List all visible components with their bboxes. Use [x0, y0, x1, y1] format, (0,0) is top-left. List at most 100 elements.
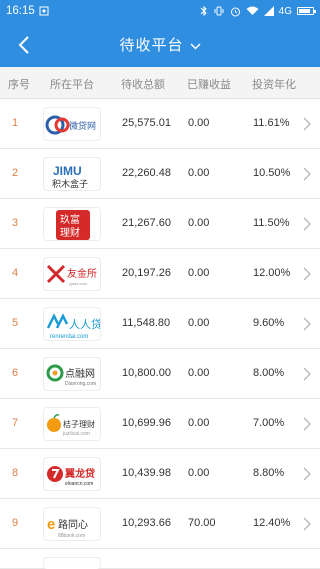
- table-row[interactable]: [0, 549, 320, 569]
- row-index: 6: [12, 367, 19, 379]
- row-index: 4: [12, 267, 19, 279]
- platform-logo-text: 友金所: [67, 267, 97, 280]
- platform-logo-text: 点融网: [65, 368, 95, 380]
- table-row[interactable]: 8 翼龙贷 eloancn.com 10,439.98 0.00 8.80%: [0, 449, 320, 499]
- platform-logo-subtext: Dianrong.com: [65, 381, 96, 387]
- chevron-right-icon: [302, 266, 312, 282]
- column-header-earned: 已赚收益: [187, 78, 231, 91]
- chevron-right-icon: [302, 166, 312, 182]
- platform-logo: e 路同心 88bank.com: [43, 507, 101, 541]
- platform-logo: 桔子理财 juzilicai.com: [43, 407, 101, 441]
- table-row[interactable]: 2 JIMU 积木盒子 22,260.48 0.00 10.50%: [0, 149, 320, 199]
- row-index: 3: [12, 217, 19, 229]
- chevron-right-icon: [302, 116, 312, 132]
- column-header-platform: 所在平台: [50, 78, 94, 91]
- row-index: 1: [12, 117, 19, 129]
- annual-rate: 10.50%: [253, 167, 291, 179]
- vibrate-icon: [213, 5, 225, 17]
- platform-logo: [43, 557, 101, 569]
- earned-amount: 70.00: [188, 517, 216, 529]
- pending-amount: 10,699.96: [122, 417, 171, 429]
- platform-logo-prefix: e: [47, 516, 55, 533]
- platform-logo: JIMU 积木盒子: [43, 157, 101, 191]
- table-row[interactable]: 1 微贷网 25,575.01 0.00 11.61%: [0, 99, 320, 149]
- bluetooth-icon: [200, 5, 208, 17]
- page-title: 待收平台: [119, 36, 184, 54]
- status-bar: 16:15 4G: [0, 0, 320, 22]
- status-time: 16:15: [6, 5, 35, 17]
- platform-logo-subtext: yyfax.com: [69, 281, 88, 286]
- pending-amount: 10,293.66: [122, 517, 171, 529]
- chevron-right-icon: [302, 516, 312, 532]
- earned-amount: 0.00: [188, 117, 210, 129]
- platform-logo: 微贷网: [43, 107, 101, 141]
- platform-logo-subtext: eloancn.com: [65, 481, 93, 487]
- annual-rate: 11.61%: [253, 117, 290, 129]
- platform-logo-subtext: juzilicai.com: [62, 431, 90, 437]
- alarm-icon: [230, 5, 241, 17]
- row-index: 5: [12, 317, 19, 329]
- column-header-annual-rate: 投资年化: [252, 78, 296, 91]
- pending-amount: 25,575.01: [122, 117, 171, 129]
- row-index: 7: [12, 417, 19, 429]
- platform-logo-text: 路同心: [58, 518, 88, 531]
- table-row[interactable]: 3 玖富 理财 21,267.60 0.00 11.50%: [0, 199, 320, 249]
- column-header-pending-total: 待收总额: [121, 78, 165, 91]
- chevron-right-icon: [302, 466, 312, 482]
- platform-logo-text: 桔子理财: [63, 419, 95, 429]
- pending-amount: 10,439.98: [122, 467, 171, 479]
- platform-list: 1 微贷网 25,575.01 0.00 11.61% 2 JIMU 积木盒子 …: [0, 99, 320, 569]
- notification-icon: [39, 6, 49, 16]
- annual-rate: 8.80%: [253, 467, 285, 479]
- earned-amount: 0.00: [188, 417, 210, 429]
- earned-amount: 0.00: [188, 167, 210, 179]
- network-type: 4G: [278, 5, 292, 17]
- column-header-index: 序号: [8, 78, 30, 91]
- earned-amount: 0.00: [188, 467, 210, 479]
- platform-logo-subtext: 理财: [60, 226, 80, 239]
- table-row[interactable]: 9 e 路同心 88bank.com 10,293.66 70.00 12.40…: [0, 499, 320, 549]
- table-row[interactable]: 4 友金所 yyfax.com 20,197.26 0.00 12.00%: [0, 249, 320, 299]
- platform-logo: 翼龙贷 eloancn.com: [43, 457, 101, 491]
- annual-rate: 12.00%: [253, 267, 291, 279]
- chevron-right-icon: [302, 416, 312, 432]
- earned-amount: 0.00: [188, 317, 210, 329]
- chevron-right-icon: [302, 216, 312, 232]
- pending-amount: 21,267.60: [122, 217, 171, 229]
- table-header: 序号 所在平台 待收总额 已赚收益 投资年化: [0, 67, 320, 99]
- pending-amount: 10,800.00: [122, 367, 171, 379]
- platform-logo-subtext: 积木盒子: [52, 178, 88, 190]
- platform-logo-subtext: 88bank.com: [58, 533, 85, 539]
- platform-logo-text: JIMU: [53, 164, 82, 178]
- platform-logo-subtext: renrendai.com: [50, 334, 88, 340]
- platform-logo: 玖富 理财: [43, 207, 101, 241]
- earned-amount: 0.00: [188, 267, 210, 279]
- chevron-down-icon: [189, 35, 201, 54]
- pending-amount: 22,260.48: [122, 167, 171, 179]
- platform-logo-text: 玖富: [60, 213, 80, 226]
- signal-icon: [263, 5, 274, 17]
- nav-bar: 待收平台: [0, 22, 320, 67]
- table-row[interactable]: 6 点融网 Dianrong.com 10,800.00 0.00 8.00%: [0, 349, 320, 399]
- row-index: 2: [12, 167, 19, 179]
- earned-amount: 0.00: [188, 217, 210, 229]
- chevron-right-icon: [302, 366, 312, 382]
- platform-logo: 人人贷 renrendai.com: [43, 307, 101, 341]
- annual-rate: 11.50%: [253, 217, 290, 229]
- platform-logo: 点融网 Dianrong.com: [43, 357, 101, 391]
- platform-logo-text: 人人贷: [69, 317, 101, 331]
- pending-amount: 20,197.26: [122, 267, 171, 279]
- chevron-right-icon: [302, 316, 312, 332]
- back-arrow-icon[interactable]: [12, 33, 36, 57]
- annual-rate: 12.40%: [253, 517, 291, 529]
- table-row[interactable]: 5 人人贷 renrendai.com 11,548.80 0.00 9.60%: [0, 299, 320, 349]
- row-index: 8: [12, 467, 19, 479]
- table-row[interactable]: 7 桔子理财 juzilicai.com 10,699.96 0.00 7.00…: [0, 399, 320, 449]
- annual-rate: 8.00%: [253, 367, 285, 379]
- platform-logo-text: 微贷网: [69, 120, 96, 132]
- pending-amount: 11,548.80: [122, 317, 171, 329]
- earned-amount: 0.00: [188, 367, 210, 379]
- row-index: 9: [12, 517, 19, 529]
- platform-selector[interactable]: 待收平台: [119, 34, 201, 55]
- platform-logo: 友金所 yyfax.com: [43, 257, 101, 291]
